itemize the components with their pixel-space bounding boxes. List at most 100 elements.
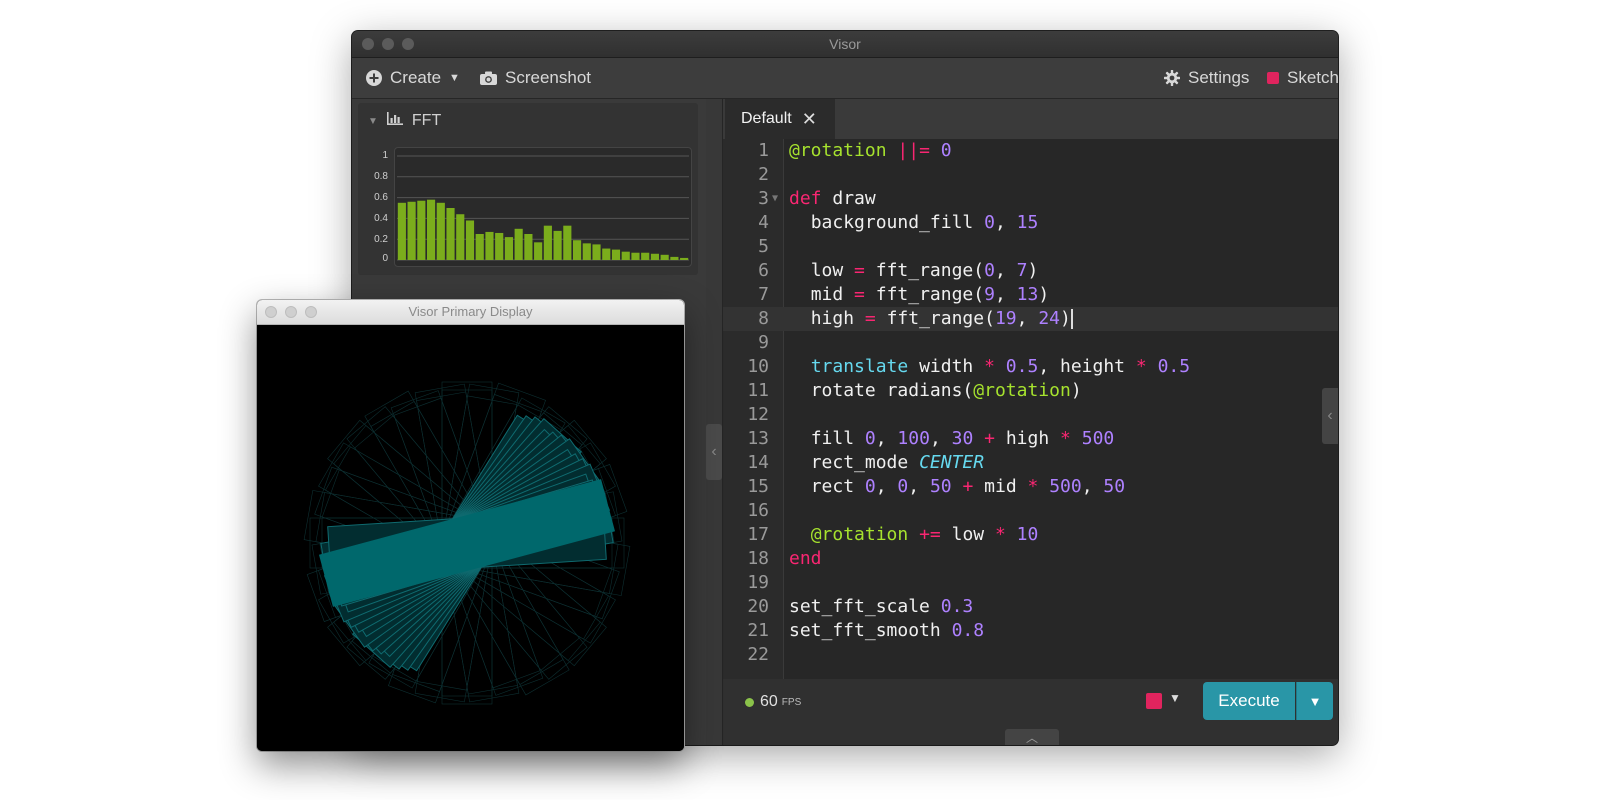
code-line[interactable]: 13 fill 0, 100, 30 + high * 500 (723, 427, 1338, 451)
line-number: 16 (747, 500, 769, 521)
screenshot-label: Screenshot (505, 68, 591, 87)
line-number: 18 (747, 548, 769, 569)
execute-options-button[interactable]: ▼ (1296, 682, 1333, 720)
plus-circle-icon (366, 70, 382, 86)
fft-bar (650, 253, 659, 260)
fft-bar (524, 234, 533, 260)
code-text: rotate radians(@rotation) (810, 380, 1082, 401)
display-titlebar[interactable]: Visor Primary Display (257, 300, 684, 325)
status-bar: 60 FPS ▼ Execute ▼ ︿ (723, 679, 1338, 745)
display-title: Visor Primary Display (408, 304, 533, 319)
fold-icon[interactable]: ▼ (772, 187, 778, 211)
expand-right-handle[interactable]: ‹ (1322, 388, 1338, 444)
code-line[interactable]: 4 background_fill 0, 15 (723, 211, 1338, 235)
code-line[interactable]: 14 rect_mode CENTER (723, 451, 1338, 475)
expand-bottom-handle[interactable]: ︿ (1005, 729, 1059, 745)
fft-chart-svg (397, 155, 689, 261)
primary-display-window: Visor Primary Display (257, 300, 684, 751)
code-line[interactable]: 2 (723, 163, 1338, 187)
chevron-down-icon: ▼ (449, 72, 460, 84)
code-line[interactable]: 19 (723, 571, 1338, 595)
panel-splitter[interactable]: ‹ (706, 99, 723, 745)
code-line[interactable]: 6 low = fft_range(0, 7) (723, 259, 1338, 283)
fft-bar (563, 225, 572, 260)
line-number: 15 (747, 476, 769, 497)
toolbar: Create ▼ Screenshot Settings Sketch (352, 58, 1338, 99)
fft-bar (611, 249, 621, 260)
fft-bar (602, 248, 611, 260)
fps-unit: FPS (781, 696, 802, 708)
code-line[interactable]: 20 set_fft_scale 0.3 (723, 595, 1338, 619)
fft-title: FFT (411, 112, 442, 129)
code-text: @rotation ||= 0 (789, 140, 952, 161)
settings-button[interactable]: Settings (1164, 58, 1249, 98)
code-line[interactable]: 9 (723, 331, 1338, 355)
fft-bar (534, 242, 543, 260)
code-line[interactable]: 8 high = fft_range(19, 24) (723, 307, 1338, 331)
collapse-left-handle[interactable]: ‹ (706, 424, 722, 480)
sketch-button[interactable]: Sketch (1267, 58, 1338, 98)
code-text: mid = fft_range(9, 13) (810, 284, 1050, 305)
code-area[interactable]: 1 @rotation ||= 0 2 3 ▼ def draw 4 background_… (723, 139, 1338, 679)
code-line[interactable]: 5 (723, 235, 1338, 259)
code-line[interactable]: 12 (723, 403, 1338, 427)
line-number: 5 (758, 236, 769, 257)
screenshot-button[interactable]: Screenshot (480, 58, 591, 98)
sketch-canvas[interactable] (257, 325, 684, 751)
code-text: end (789, 548, 822, 569)
tab-default[interactable]: Default ✕ (725, 99, 835, 139)
fft-bar (436, 202, 445, 260)
code-line[interactable]: 3 ▼ def draw (723, 187, 1338, 211)
code-line[interactable]: 11 rotate radians(@rotation) (723, 379, 1338, 403)
code-text: low = fft_range(0, 7) (810, 260, 1039, 281)
code-text: def draw (789, 188, 876, 209)
line-number: 22 (747, 644, 769, 665)
line-number: 19 (747, 572, 769, 593)
fft-bar (446, 208, 455, 260)
execute-button[interactable]: Execute (1203, 682, 1295, 720)
code-line[interactable]: 22 (723, 643, 1338, 667)
tab-label: Default (741, 110, 792, 127)
caret-down-icon[interactable]: ▼ (368, 116, 378, 127)
fft-bar (670, 256, 679, 260)
code-line[interactable]: 15 rect 0, 0, 50 + mid * 500, 50 (723, 475, 1338, 499)
line-number: 3 (758, 188, 769, 209)
fft-panel: ▼ FFT 1 0.8 0.6 0.4 0.2 0 (358, 103, 698, 275)
code-text: high = fft_range(19, 24) (810, 308, 1073, 329)
code-line[interactable]: 16 (723, 499, 1338, 523)
gear-icon (1164, 70, 1180, 86)
fft-bar (504, 237, 513, 260)
settings-label: Settings (1188, 68, 1250, 87)
bar-chart-icon (386, 112, 403, 130)
create-button[interactable]: Create ▼ (366, 58, 460, 98)
fft-bar (553, 230, 562, 260)
fft-bar (592, 244, 601, 260)
code-text: rect 0, 0, 50 + mid * 500, 50 (810, 476, 1126, 497)
fft-bar (397, 202, 406, 260)
swatch-dropdown-icon[interactable]: ▼ (1169, 691, 1181, 705)
code-line[interactable]: 10 translate width * 0.5, height * 0.5 (723, 355, 1338, 379)
fft-bar (680, 257, 689, 260)
line-number: 14 (747, 452, 769, 473)
fft-bar (641, 252, 650, 260)
y-tick-label: 1 (382, 150, 388, 161)
color-swatch[interactable] (1146, 693, 1162, 709)
sketch-label: Sketch (1287, 68, 1338, 87)
code-text: translate width * 0.5, height * 0.5 (810, 356, 1191, 377)
fft-bar (427, 199, 436, 260)
close-icon[interactable]: ✕ (802, 109, 817, 130)
code-text: fill 0, 100, 30 + high * 500 (810, 428, 1115, 449)
fft-chart (394, 147, 692, 267)
line-number: 9 (758, 332, 769, 353)
fps-value: 60 (760, 693, 778, 710)
code-line[interactable]: 18 end (723, 547, 1338, 571)
fft-panel-header[interactable]: ▼ FFT (358, 103, 698, 139)
window-titlebar[interactable]: Visor (352, 31, 1338, 58)
square-icon (1267, 72, 1279, 84)
line-number: 20 (747, 596, 769, 617)
code-text: set_fft_smooth 0.8 (789, 620, 985, 641)
code-line[interactable]: 1 @rotation ||= 0 (723, 139, 1338, 163)
code-line[interactable]: 17 @rotation += low * 10 (723, 523, 1338, 547)
code-line[interactable]: 21 set_fft_smooth 0.8 (723, 619, 1338, 643)
code-line[interactable]: 7 mid = fft_range(9, 13) (723, 283, 1338, 307)
